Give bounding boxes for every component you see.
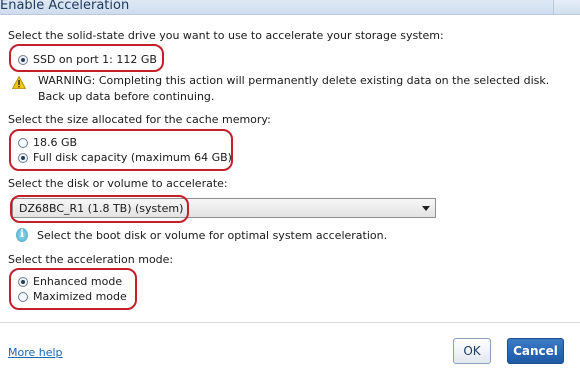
chevron-down-icon[interactable] bbox=[422, 206, 430, 211]
mode-option-label: Maximized mode bbox=[33, 290, 127, 303]
radio-button-selected[interactable] bbox=[18, 276, 28, 287]
warning-triangle-icon bbox=[12, 76, 26, 89]
mode-option-enhanced[interactable]: Enhanced mode bbox=[18, 275, 122, 288]
mode-option-maximized[interactable]: Maximized mode bbox=[18, 290, 127, 303]
cache-option-full[interactable]: Full disk capacity (maximum 64 GB) bbox=[18, 151, 232, 164]
title-bar: Enable Acceleration bbox=[0, 0, 580, 15]
radio-button[interactable] bbox=[18, 291, 28, 302]
disk-section-label: Select the disk or volume to accelerate: bbox=[8, 177, 228, 190]
mode-section-label: Select the acceleration mode: bbox=[8, 253, 174, 266]
window-title: Enable Acceleration bbox=[0, 0, 130, 13]
cache-section-label: Select the size allocated for the cache … bbox=[8, 113, 271, 126]
ssd-option[interactable]: SSD on port 1: 112 GB bbox=[18, 53, 157, 66]
cancel-button[interactable]: Cancel bbox=[507, 338, 564, 364]
close-button[interactable] bbox=[553, 0, 580, 14]
disk-hint-text: Select the boot disk or volume for optim… bbox=[37, 229, 388, 242]
radio-button-selected[interactable] bbox=[18, 54, 28, 65]
dialog-footer bbox=[0, 323, 580, 381]
disk-highlight-box bbox=[10, 195, 189, 223]
more-help-link[interactable]: More help bbox=[8, 346, 63, 359]
ok-button[interactable]: OK bbox=[453, 338, 491, 364]
cache-option-label: 18.6 GB bbox=[33, 136, 78, 149]
radio-button-selected[interactable] bbox=[18, 152, 28, 163]
cache-option-label: Full disk capacity (maximum 64 GB) bbox=[33, 151, 232, 164]
info-icon: i bbox=[16, 228, 28, 242]
ssd-option-label: SSD on port 1: 112 GB bbox=[33, 53, 157, 66]
cache-option-18gb[interactable]: 18.6 GB bbox=[18, 136, 77, 149]
radio-button[interactable] bbox=[18, 137, 28, 148]
ssd-section-label: Select the solid-state drive you want to… bbox=[8, 29, 444, 42]
mode-option-label: Enhanced mode bbox=[33, 275, 123, 288]
warning-text: WARNING: Completing this action will per… bbox=[38, 74, 550, 103]
